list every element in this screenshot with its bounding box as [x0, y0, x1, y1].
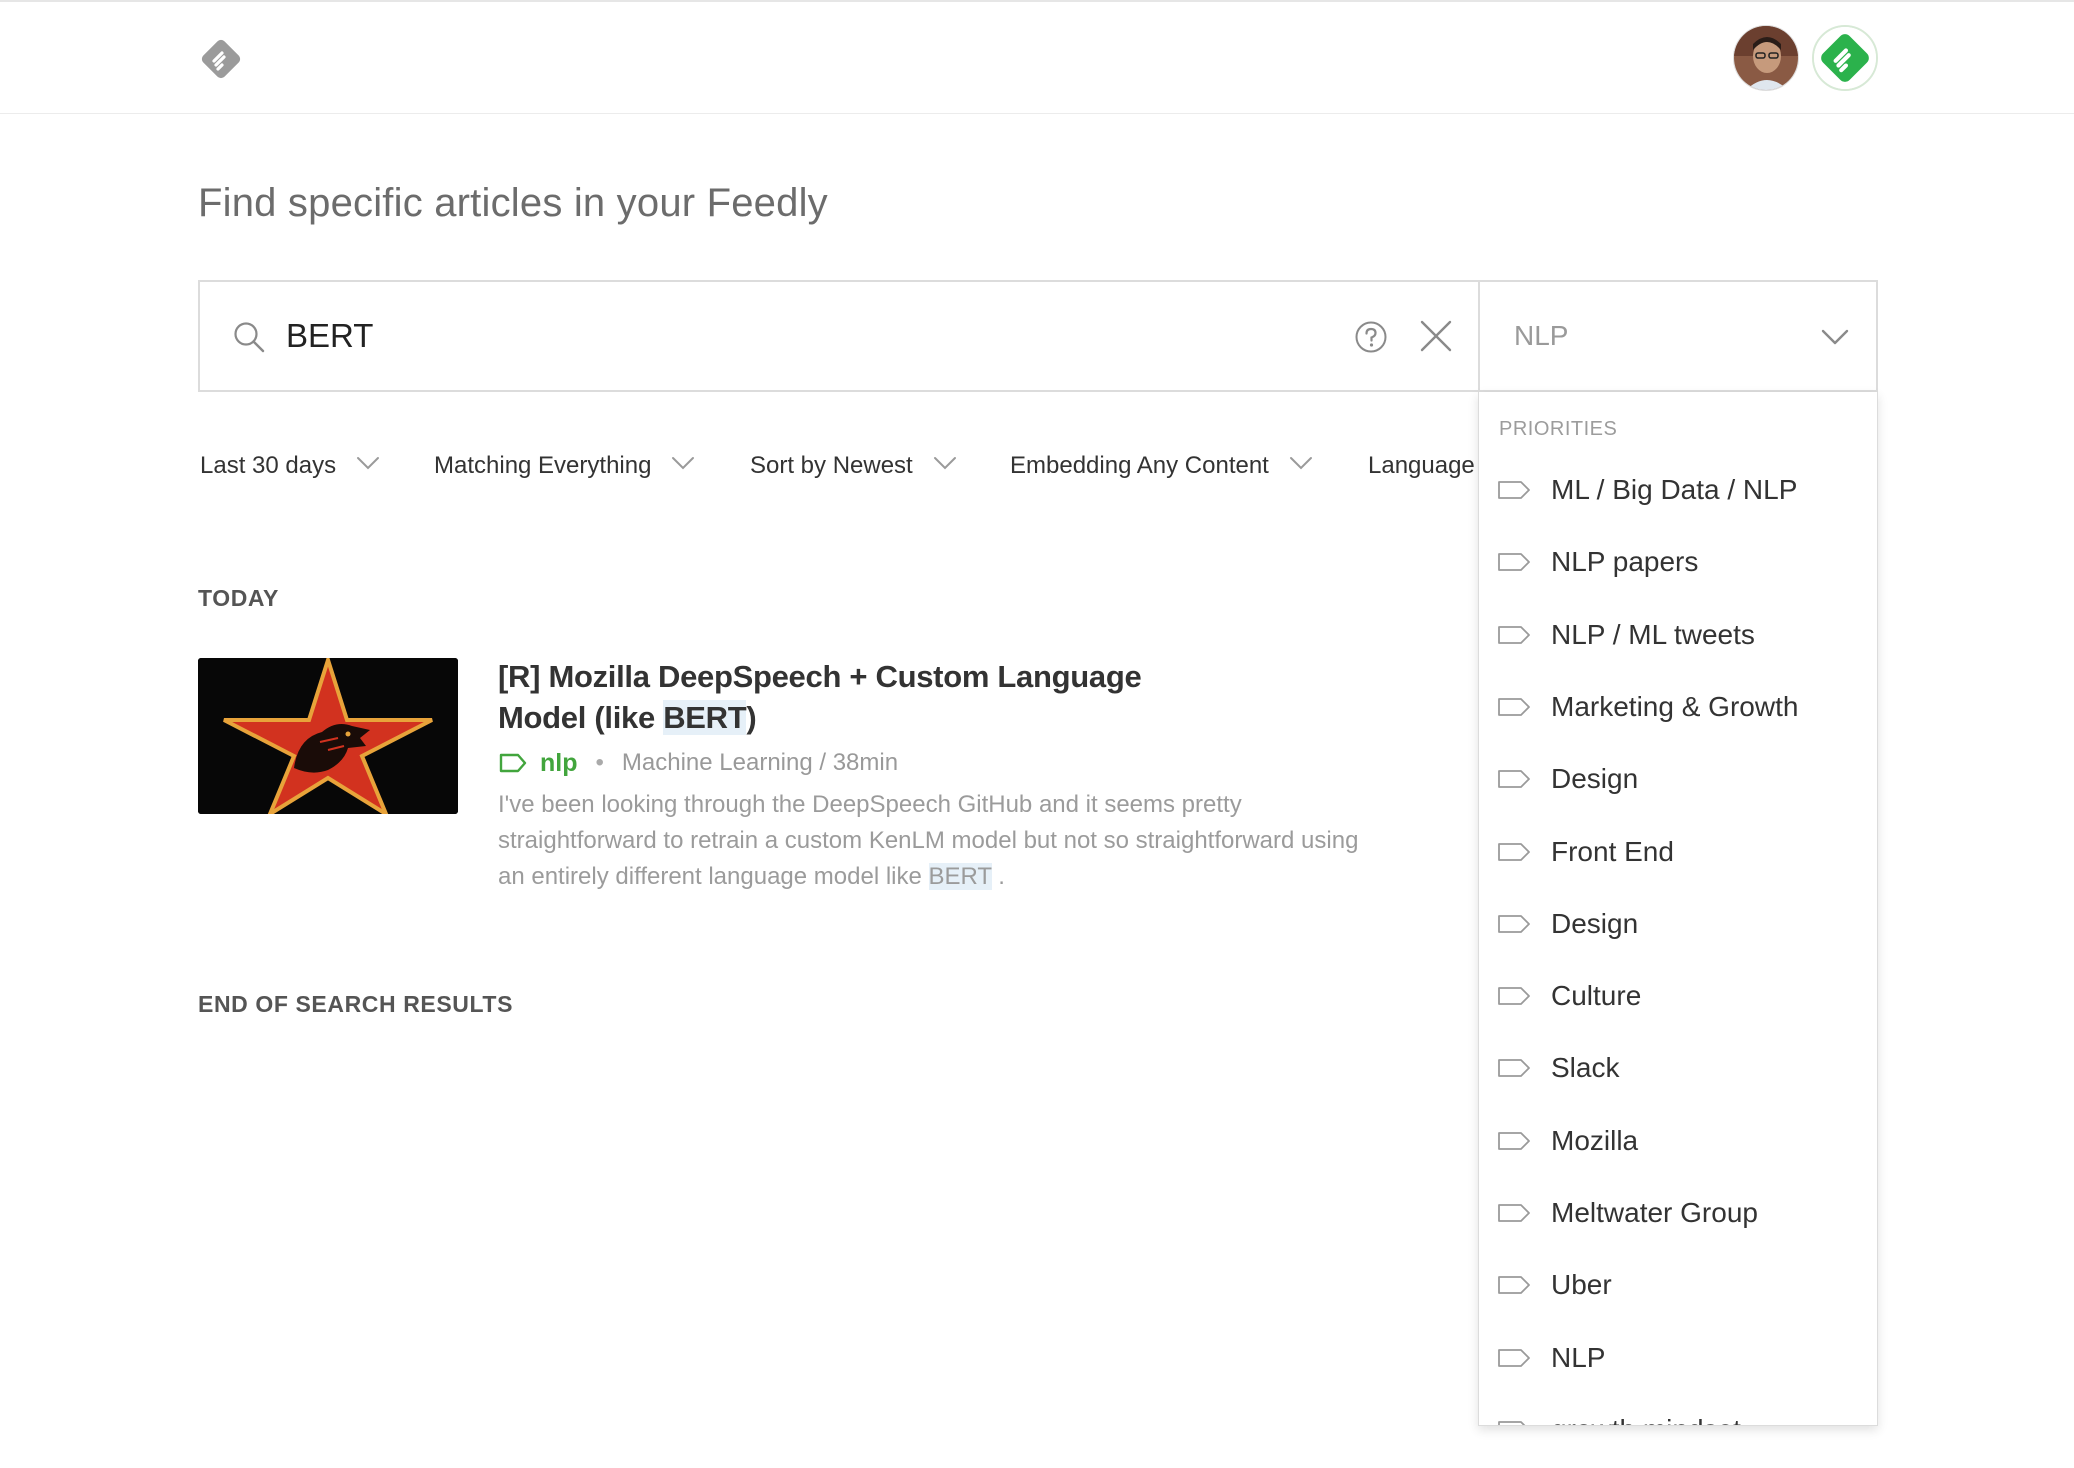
- dropdown-item-label: Culture: [1551, 980, 1642, 1012]
- dropdown-item-label: ML / Big Data / NLP: [1551, 474, 1798, 505]
- dropdown-item-label: Slack: [1551, 1052, 1620, 1084]
- filter-language[interactable]: Language: [1368, 452, 1475, 480]
- tag-icon: [1498, 1204, 1530, 1222]
- dropdown-item-label: Meltwater Group: [1551, 1197, 1758, 1228]
- page-title: Find specific articles in your Feedly: [198, 181, 828, 225]
- article-tag[interactable]: nlp: [540, 749, 578, 778]
- dropdown-item-label: Design: [1551, 763, 1639, 795]
- dropdown-item[interactable]: NLP: [1479, 1322, 1877, 1394]
- dropdown-header: PRIORITIES: [1499, 418, 1618, 440]
- dropdown-item[interactable]: NLP papers: [1479, 526, 1877, 598]
- close-icon[interactable]: [1418, 318, 1454, 354]
- search-icon: [234, 322, 265, 353]
- dropdown-item[interactable]: Marketing & Growth: [1479, 671, 1877, 743]
- article-summary-end: .: [991, 863, 1005, 890]
- tag-icon: [1498, 625, 1530, 644]
- chevron-down-icon: [357, 457, 380, 470]
- feedly-avatar-icon[interactable]: [1812, 25, 1878, 91]
- help-circle-icon[interactable]: [1354, 320, 1388, 354]
- dropdown-item-label: NLP papers: [1551, 546, 1699, 578]
- dropdown-item-label: NLP: [1551, 1341, 1606, 1373]
- chevron-down-icon: [1289, 457, 1312, 470]
- tag-icon: [499, 753, 527, 773]
- dropdown-item-label: Marketing & Growth: [1551, 690, 1799, 722]
- dropdown-item-label: NLP / ML tweets: [1551, 618, 1755, 650]
- tag-icon: [1498, 1348, 1530, 1367]
- dropdown-item[interactable]: Slack: [1479, 1032, 1877, 1104]
- dropdown-item[interactable]: Meltwater Group: [1479, 1177, 1877, 1249]
- dropdown-item[interactable]: Mozilla: [1479, 1105, 1877, 1177]
- filter-embedding[interactable]: Embedding Any Content: [1010, 452, 1313, 480]
- dropdown-item[interactable]: Front End: [1479, 816, 1877, 888]
- tag-icon: [1498, 987, 1530, 1005]
- tag-icon: [1498, 770, 1530, 789]
- feedly-logo-icon[interactable]: [198, 36, 244, 82]
- tag-icon: [1498, 553, 1530, 572]
- search-box: [198, 280, 1480, 392]
- user-avatar[interactable]: [1733, 25, 1799, 91]
- dropdown-item-label: Front End: [1551, 835, 1674, 867]
- dropdown-item-label: Uber: [1551, 1269, 1612, 1301]
- filter-sort[interactable]: Sort by Newest: [750, 452, 957, 480]
- filter-label: Matching Everything: [434, 452, 652, 479]
- filter-label: Embedding Any Content: [1010, 452, 1269, 479]
- tag-icon: [1498, 1276, 1530, 1295]
- tag-icon: [1498, 1131, 1530, 1150]
- dropdown-item[interactable]: Uber: [1479, 1249, 1877, 1321]
- search-highlight: BERT: [928, 863, 992, 890]
- search-page: Find specific articles in your Feedly NL…: [0, 0, 2074, 1468]
- meta-separator: •: [595, 749, 604, 776]
- tag-icon: [1498, 842, 1530, 861]
- dropdown-item[interactable]: Design: [1479, 743, 1877, 815]
- dropdown-item[interactable]: growth mindset: [1479, 1394, 1877, 1425]
- article-thumbnail[interactable]: [198, 658, 458, 814]
- dropdown-item-label: growth mindset: [1551, 1414, 1741, 1425]
- search-highlight: BERT: [663, 700, 747, 735]
- search-input[interactable]: [286, 306, 1346, 366]
- article-title-text: [R] Mozilla DeepSpeech + Custom Language…: [498, 659, 1142, 735]
- tag-icon: [1498, 697, 1530, 716]
- feed-dropdown[interactable]: PRIORITIES ML / Big Data / NLP NLP papers…: [1478, 392, 1878, 1426]
- filter-matching[interactable]: Matching Everything: [434, 452, 695, 480]
- article-meta: nlp • Machine Learning / 38min: [498, 746, 898, 780]
- filter-label: Language: [1368, 452, 1475, 479]
- article-title[interactable]: [R] Mozilla DeepSpeech + Custom Language…: [498, 656, 1218, 738]
- filter-date-range[interactable]: Last 30 days: [200, 452, 380, 480]
- chevron-down-icon: [1821, 329, 1849, 345]
- end-of-results: END OF SEARCH RESULTS: [198, 991, 514, 1017]
- filter-label: Last 30 days: [200, 452, 337, 479]
- dropdown-item-label: Mozilla: [1551, 1124, 1639, 1156]
- article-summary[interactable]: I've been looking through the DeepSpeech…: [498, 787, 1378, 895]
- feed-select-value: NLP: [1514, 320, 1569, 351]
- dropdown-item[interactable]: Culture: [1479, 960, 1877, 1032]
- tag-icon: [1498, 1420, 1526, 1425]
- article-source[interactable]: Machine Learning / 38min: [622, 749, 898, 777]
- dropdown-item[interactable]: ML / Big Data / NLP: [1479, 454, 1877, 526]
- chevron-down-icon: [933, 457, 956, 470]
- chevron-down-icon: [672, 457, 695, 470]
- tag-icon: [1498, 481, 1530, 499]
- tag-icon: [1498, 914, 1530, 933]
- filter-label: Sort by Newest: [750, 452, 913, 479]
- article-title-end: ): [746, 700, 757, 735]
- dropdown-item[interactable]: Design: [1479, 888, 1877, 960]
- dropdown-item-label: Design: [1551, 907, 1639, 939]
- dropdown-item[interactable]: NLP / ML tweets: [1479, 599, 1877, 671]
- section-today: TODAY: [198, 585, 279, 611]
- feed-select[interactable]: NLP: [1478, 280, 1878, 392]
- top-bar: [0, 0, 2074, 114]
- tag-icon: [1498, 1059, 1530, 1078]
